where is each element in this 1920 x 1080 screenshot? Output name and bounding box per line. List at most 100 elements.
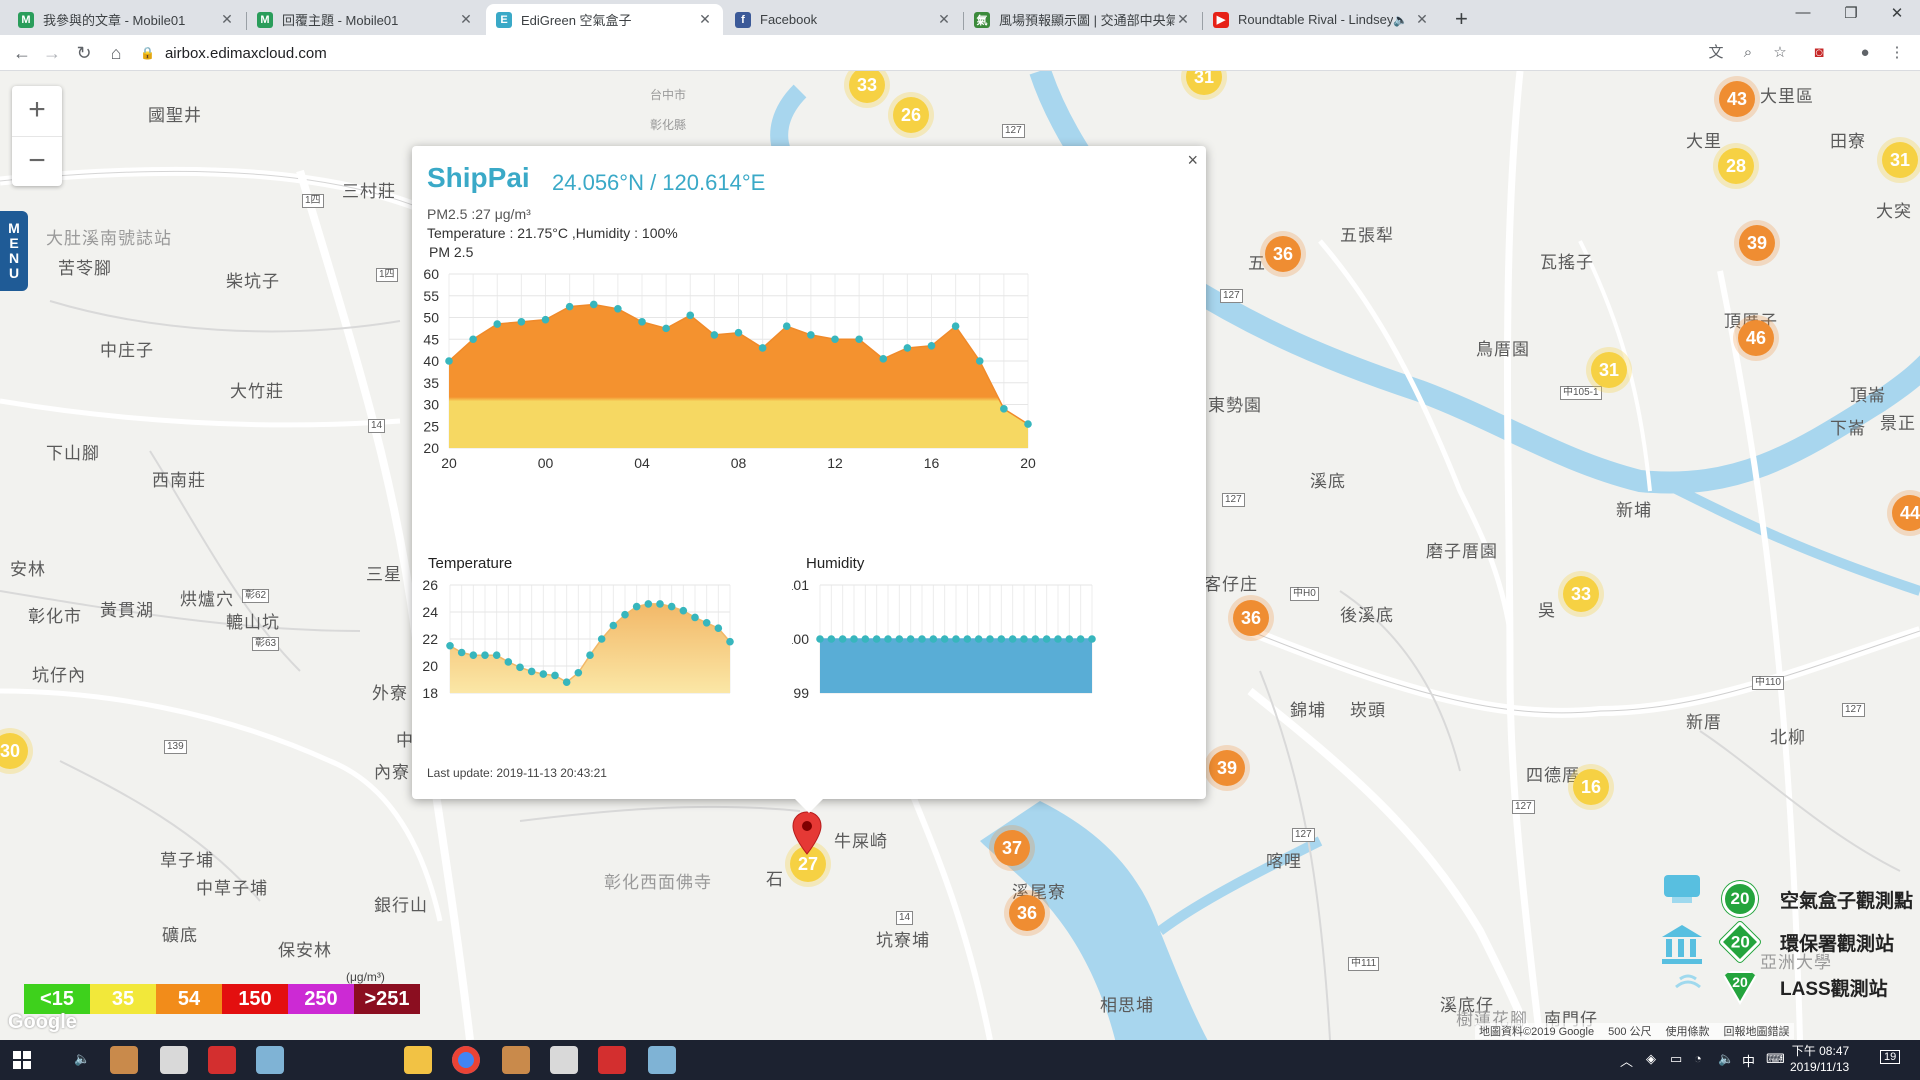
profile-avatar-icon[interactable]: ● [1854, 42, 1876, 64]
tray-shield-icon[interactable]: ◈ [1646, 1051, 1656, 1067]
window-close-button[interactable]: ✕ [1874, 4, 1920, 22]
bookmark-star-icon[interactable]: ☆ [1769, 42, 1791, 64]
app-cloud-icon[interactable] [550, 1046, 578, 1074]
chrome-icon[interactable] [452, 1046, 480, 1074]
tab-mobile01-reply[interactable]: M 回覆主題 - Mobile01 ✕ [247, 4, 484, 35]
legend-airbox[interactable]: 20 空氣盒子觀測點 [1722, 881, 1913, 917]
zoom-icon[interactable]: ⌕ [1737, 42, 1759, 64]
address-bar[interactable]: 🔒 airbox.edimaxcloud.com [140, 38, 1690, 68]
popup-close-button[interactable]: × [1187, 150, 1198, 171]
tab-youtube[interactable]: ▶ Roundtable Rival - Lindsey 🔈 ✕ [1203, 4, 1440, 35]
airbox-cluster-marker[interactable]: 31 [1591, 352, 1627, 388]
volume-icon[interactable]: 🔈 [74, 1051, 90, 1067]
tray-volume-icon[interactable]: 🔈 [1718, 1051, 1734, 1067]
app-rabbit-icon[interactable] [502, 1046, 530, 1074]
chart-point [457, 648, 466, 657]
humidity-chart[interactable]: 99 100 101 [792, 571, 1206, 731]
home-icon[interactable]: ⌂ [104, 41, 128, 65]
pm25-chart[interactable]: 20 25 30 35 40 45 50 55 60 20 00 04 08 12 16 20 [412, 259, 1206, 489]
tab-edigreen[interactable]: E EdiGreen 空氣盒子 ✕ [486, 4, 723, 35]
map-place-label: 新厝 [1686, 713, 1722, 732]
translate-icon[interactable]: 文 [1705, 42, 1727, 64]
close-icon[interactable]: ✕ [1414, 11, 1430, 28]
ime-indicator[interactable]: 中 [1742, 1051, 1755, 1070]
airbox-cluster-marker[interactable]: 37 [994, 830, 1030, 866]
windows-start-icon[interactable] [13, 1051, 31, 1069]
close-icon[interactable]: ✕ [697, 11, 713, 28]
map-place-label: 柴坑子 [226, 272, 280, 291]
airbox-cluster-marker[interactable]: 33 [1563, 576, 1599, 612]
chart-point [838, 635, 847, 643]
zoom-in-button[interactable]: + [12, 86, 62, 136]
temperature-chart[interactable]: 18 20 22 24 26 [412, 571, 802, 731]
close-icon[interactable]: ✕ [936, 11, 952, 28]
tray-keyboard-icon[interactable]: ⌨ [1766, 1051, 1785, 1067]
airbox-cluster-marker[interactable]: 46 [1738, 320, 1774, 356]
location-pin-icon[interactable] [792, 811, 822, 855]
map-scale[interactable]: 500 公尺 [1608, 1023, 1651, 1039]
app-notepad-icon[interactable] [648, 1046, 676, 1074]
more-menu-icon[interactable]: ⋮ [1886, 42, 1908, 64]
reload-icon[interactable]: ↻ [72, 41, 96, 65]
menu-tab[interactable]: MENU [0, 211, 28, 291]
legend-label: 環保署觀測站 [1780, 933, 1895, 955]
close-icon[interactable]: ✕ [219, 11, 235, 28]
restore-button[interactable]: ❐ [1828, 4, 1874, 22]
extension-icon[interactable]: ◙ [1808, 42, 1830, 64]
app-notepad-icon[interactable] [256, 1046, 284, 1074]
google-logo[interactable]: Google [8, 1011, 77, 1034]
tray-wifi-icon[interactable]: ◔ [1694, 1051, 1702, 1066]
chart-point [679, 606, 688, 615]
airbox-cluster-marker[interactable]: 26 [893, 97, 929, 133]
tray-battery-icon[interactable]: ▭ [1670, 1051, 1682, 1067]
tray-chevron-icon[interactable]: ︿ [1620, 1051, 1633, 1070]
airbox-cluster-marker[interactable]: 43 [1719, 81, 1755, 117]
airbox-cluster-marker[interactable]: 31 [1882, 142, 1918, 178]
airbox-cluster-marker[interactable]: 39 [1209, 750, 1245, 786]
marker-value: 20 [1732, 974, 1748, 990]
airbox-cluster-marker[interactable]: 28 [1718, 148, 1754, 184]
app-red-icon[interactable] [598, 1046, 626, 1074]
tab-facebook[interactable]: f Facebook ✕ [725, 4, 962, 35]
forward-arrow-icon[interactable]: → [40, 41, 64, 65]
back-arrow-icon[interactable]: ← [10, 41, 34, 65]
tab-mobile01-articles[interactable]: M 我參與的文章 - Mobile01 ✕ [8, 4, 245, 35]
speaker-icon[interactable]: 🔈 [1393, 13, 1408, 27]
y-tick-label: 24 [422, 604, 438, 620]
map-place-label: 安林 [10, 560, 46, 579]
tab-title: 我參與的文章 - Mobile01 [43, 13, 186, 28]
browser-toolbar: ← → ↻ ⌂ 🔒 airbox.edimaxcloud.com 文 ⌕ ☆ ◙… [0, 35, 1920, 71]
terms-link[interactable]: 使用條款 [1666, 1023, 1710, 1039]
airbox-cluster-marker[interactable]: 36 [1233, 600, 1269, 636]
notification-count[interactable]: 19 [1880, 1050, 1901, 1064]
pm-level-legend: <15 35 54 150 250 >251 [24, 984, 420, 1014]
app-cloud-icon[interactable] [160, 1046, 188, 1074]
app-red-icon[interactable] [208, 1046, 236, 1074]
airbox-cluster-marker[interactable]: 16 [1573, 769, 1609, 805]
clock[interactable]: 下午 08:47 2019/11/13 [1790, 1043, 1849, 1075]
map-place-label: 相思埔 [1100, 996, 1154, 1015]
airbox-cluster-marker[interactable]: 44 [1892, 495, 1920, 531]
legend-lass[interactable]: 20 LASS觀測站 [1720, 969, 1888, 1005]
minimize-button[interactable]: — [1780, 4, 1826, 21]
chart-point [1008, 635, 1017, 643]
tab-strip: M 我參與的文章 - Mobile01 ✕ M 回覆主題 - Mobile01 … [0, 0, 1920, 35]
app-rabbit-icon[interactable] [110, 1046, 138, 1074]
file-explorer-icon[interactable] [404, 1046, 432, 1074]
close-icon[interactable]: ✕ [1175, 11, 1191, 28]
zoom-out-button[interactable]: − [12, 136, 62, 186]
airbox-cluster-marker[interactable]: 36 [1009, 895, 1045, 931]
tab-cwb-wind[interactable]: 氣 風場預報顯示圖 | 交通部中央氣象 ✕ [964, 4, 1201, 35]
airbox-cluster-marker[interactable]: 39 [1739, 225, 1775, 261]
new-tab-button[interactable]: + [1455, 6, 1468, 32]
chart-point [1088, 635, 1096, 643]
road-number-shield: 中110 [1752, 676, 1784, 690]
chart-point [827, 635, 836, 643]
report-error-link[interactable]: 回報地圖錯誤 [1724, 1023, 1790, 1039]
close-icon[interactable]: ✕ [458, 11, 474, 28]
lock-icon[interactable]: 🔒 [140, 46, 155, 60]
airbox-cluster-marker[interactable]: 36 [1265, 236, 1301, 272]
pm-chart-title: PM 2.5 [429, 244, 474, 260]
windows-taskbar: 🔈 ︿ ◈ ▭ ◔ 🔈 中 ⌨ 下午 08:47 2019/11/13 19 [0, 1040, 1920, 1080]
legend-epa[interactable]: 20 環保署觀測站 [1718, 920, 1895, 964]
